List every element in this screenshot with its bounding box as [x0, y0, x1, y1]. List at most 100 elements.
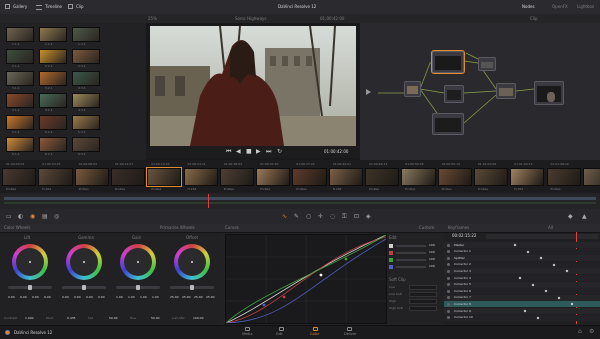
- gallery-still[interactable]: [72, 27, 100, 42]
- step-back-icon[interactable]: ◀: [236, 149, 241, 155]
- settings-gear-icon[interactable]: ⚙: [589, 329, 594, 335]
- color-match-icon[interactable]: ◐: [18, 214, 23, 220]
- page-color-icon[interactable]: [313, 327, 318, 331]
- skip-forward-icon[interactable]: ⏭: [266, 149, 271, 155]
- menu-lightbox[interactable]: Lightbox: [577, 5, 594, 9]
- wheel-value[interactable]: 0.00: [8, 296, 15, 299]
- adjust-value[interactable]: 50.00: [109, 317, 118, 320]
- clip-thumbnail[interactable]: [365, 168, 400, 186]
- keyframes-filter[interactable]: All: [548, 226, 553, 230]
- wheel-value[interactable]: 0.00: [20, 296, 27, 299]
- gallery-still[interactable]: [72, 93, 100, 108]
- clip-thumbnail[interactable]: [2, 168, 37, 186]
- wheel-value[interactable]: 1.00: [116, 296, 123, 299]
- gallery-still[interactable]: [39, 49, 67, 64]
- adjust-value[interactable]: 100.00: [193, 317, 204, 320]
- page-tab-edit[interactable]: Edit: [276, 332, 283, 337]
- node-corrector-3[interactable]: [444, 85, 464, 103]
- keyframe-lock-icon[interactable]: [447, 289, 450, 293]
- soft-clip-field[interactable]: [409, 285, 437, 290]
- adjust-value[interactable]: 0.435: [67, 317, 76, 320]
- clip-thumbnail[interactable]: [110, 168, 146, 186]
- clip-icon[interactable]: [68, 4, 73, 9]
- node-corrector-2[interactable]: [431, 50, 465, 74]
- gallery-still[interactable]: [6, 93, 34, 108]
- play-icon[interactable]: ▶: [256, 149, 261, 155]
- node-corrector-4[interactable]: [432, 113, 464, 135]
- wheel-master-knob[interactable]: [28, 285, 32, 290]
- color-wheels-icon[interactable]: ◉: [30, 214, 35, 220]
- wheel-master-knob[interactable]: [136, 285, 140, 290]
- wheel-value[interactable]: 1.00: [140, 296, 147, 299]
- camera-raw-icon[interactable]: ▭: [6, 214, 12, 220]
- clip-thumbnail[interactable]: [328, 168, 363, 186]
- keyframes-icon[interactable]: ◆: [568, 214, 573, 220]
- gallery-still[interactable]: [6, 137, 34, 152]
- clip-thumbnail[interactable]: [292, 168, 327, 186]
- gallery-still[interactable]: [39, 115, 67, 130]
- curves-graph[interactable]: [225, 234, 387, 324]
- gallery-still[interactable]: [72, 137, 100, 152]
- intensity-slider[interactable]: [396, 259, 426, 261]
- gallery-still[interactable]: [39, 93, 67, 108]
- wheel-value[interactable]: 0.00: [86, 296, 93, 299]
- page-tab-color[interactable]: Color: [310, 332, 319, 337]
- wheel-value[interactable]: 0.00: [62, 296, 69, 299]
- keyframe-lock-icon[interactable]: [447, 269, 450, 273]
- wheel-crosshair[interactable]: [137, 261, 139, 263]
- timeline-track-audio[interactable]: [4, 202, 596, 204]
- keyframe-row[interactable]: [444, 255, 600, 262]
- wheel-value[interactable]: 0.00: [44, 296, 51, 299]
- node-corrector-1[interactable]: [404, 81, 421, 97]
- clip-thumbnail[interactable]: [256, 168, 291, 186]
- gallery-still[interactable]: [39, 71, 67, 86]
- rgb-mixer-icon[interactable]: ▤: [42, 214, 48, 220]
- gallery-icon[interactable]: [5, 4, 10, 9]
- curves-icon[interactable]: ∿: [282, 214, 287, 220]
- adjust-value[interactable]: 1.000: [25, 317, 34, 320]
- page-tab-deliver[interactable]: Deliver: [344, 332, 356, 337]
- 3d-icon[interactable]: ◈: [366, 214, 371, 220]
- intensity-value[interactable]: 100: [429, 265, 435, 268]
- keyframe-lock-icon[interactable]: [447, 276, 450, 280]
- soft-clip-field[interactable]: [409, 306, 437, 311]
- wheel-crosshair[interactable]: [83, 261, 85, 263]
- clip-thumbnail[interactable]: [473, 168, 509, 186]
- keyframe-lock-icon[interactable]: [447, 302, 450, 306]
- menu-clip[interactable]: Clip: [76, 5, 84, 9]
- clip-thumbnail[interactable]: [582, 168, 600, 186]
- intensity-slider[interactable]: [396, 245, 426, 247]
- intensity-value[interactable]: 100: [429, 251, 435, 254]
- gallery-still[interactable]: [6, 71, 34, 86]
- stop-icon[interactable]: ■: [246, 149, 252, 155]
- wheel-value[interactable]: 25.00: [194, 296, 203, 299]
- wheel-value[interactable]: 1.00: [128, 296, 135, 299]
- page-deliver-icon[interactable]: [347, 327, 352, 331]
- wheel-value[interactable]: 0.00: [32, 296, 39, 299]
- gallery-still[interactable]: [72, 115, 100, 130]
- tracker-icon[interactable]: ✛: [318, 214, 323, 220]
- wheel-value[interactable]: 1.00: [152, 296, 159, 299]
- menu-gallery[interactable]: Gallery: [13, 5, 27, 9]
- skip-back-icon[interactable]: ⏮: [226, 149, 231, 155]
- clip-thumbnail[interactable]: [546, 168, 581, 186]
- wheel-crosshair[interactable]: [29, 261, 31, 263]
- window-icon[interactable]: ○: [306, 214, 311, 220]
- keyframe-row[interactable]: [444, 242, 600, 248]
- gallery-still[interactable]: [6, 27, 34, 42]
- home-icon[interactable]: ⌂: [578, 329, 582, 335]
- clip-thumbnail[interactable]: [510, 168, 545, 186]
- wheel-master-knob[interactable]: [82, 285, 86, 290]
- timeline-icon[interactable]: [36, 5, 42, 10]
- wheel-value[interactable]: 25.00: [170, 296, 179, 299]
- sizing-icon[interactable]: ⊡: [354, 214, 359, 220]
- adjust-value[interactable]: 50.00: [151, 317, 160, 320]
- viewer-zoom[interactable]: 25%: [148, 17, 157, 21]
- gallery-still[interactable]: [72, 49, 100, 64]
- intensity-slider[interactable]: [396, 266, 426, 268]
- blur-icon[interactable]: ◌: [330, 214, 335, 220]
- node-mode-select[interactable]: Clip: [530, 17, 538, 21]
- gallery-still[interactable]: [72, 71, 100, 86]
- timeline-track-video[interactable]: [4, 197, 596, 200]
- clip-thumbnail[interactable]: [401, 168, 436, 186]
